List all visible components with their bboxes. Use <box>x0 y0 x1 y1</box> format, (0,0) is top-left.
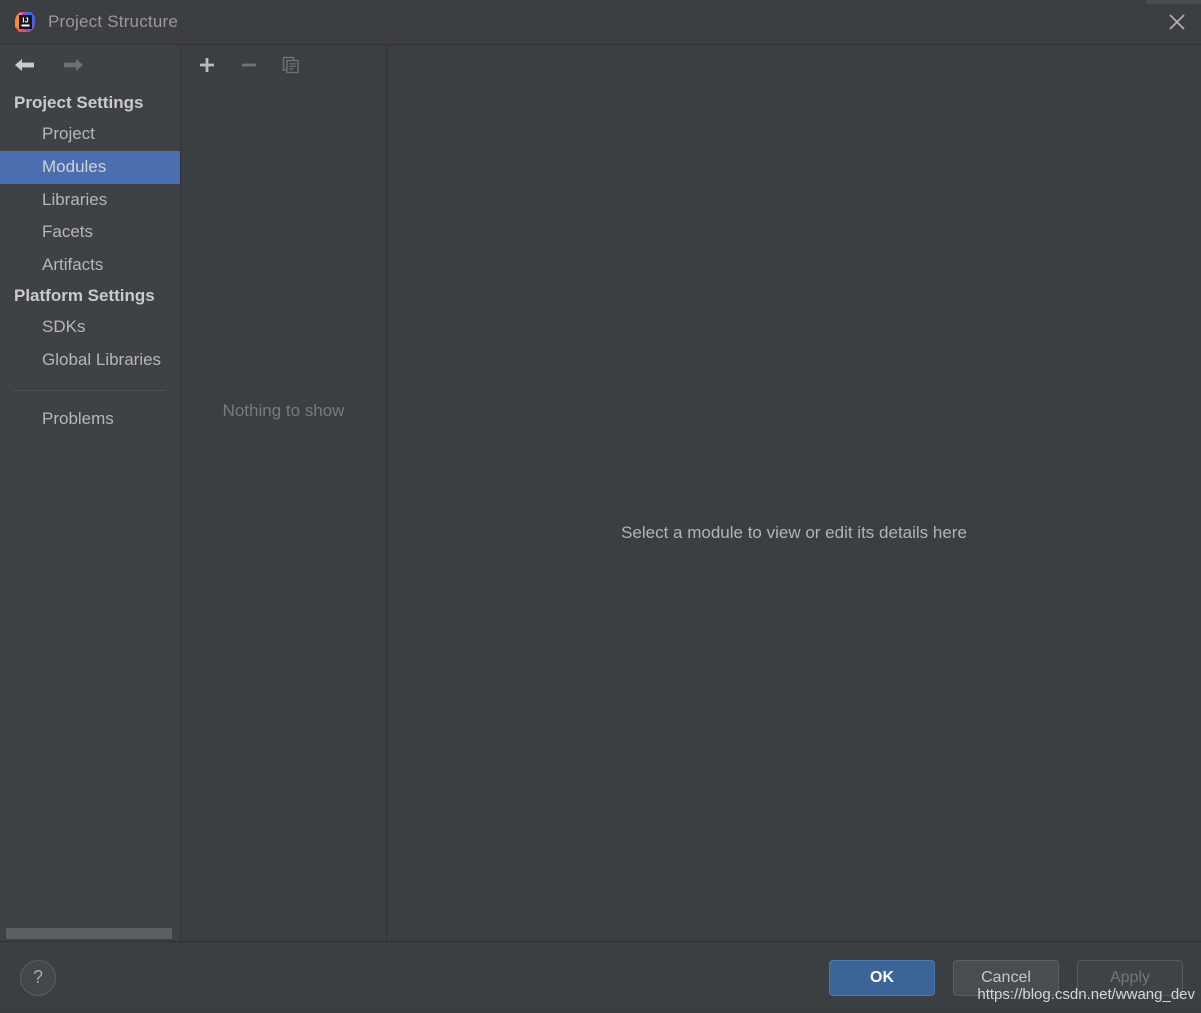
module-detail-panel: Select a module to view or edit its deta… <box>387 45 1201 941</box>
sidebar-item-global-libraries[interactable]: Global Libraries <box>0 344 180 377</box>
svg-text:IJ: IJ <box>22 16 28 25</box>
settings-sidebar: Project Settings Project Modules Librari… <box>0 45 181 941</box>
modules-list-panel: Nothing to show <box>181 45 387 941</box>
sidebar-group-project-settings: Project Settings <box>14 93 144 112</box>
sidebar-divider <box>14 390 166 392</box>
cancel-button[interactable]: Cancel <box>953 959 1059 996</box>
sidebar-item-artifacts[interactable]: Artifacts <box>0 249 180 282</box>
sidebar-item-facets[interactable]: Facets <box>0 216 180 249</box>
bottom-clipped-strip <box>0 1008 1201 1013</box>
dialog-footer: ? OK Cancel Apply https://blog.csdn.net/… <box>0 941 1201 1013</box>
apply-button[interactable]: Apply <box>1077 959 1183 996</box>
window-title: Project Structure <box>48 12 179 31</box>
dialog-body: Project Settings Project Modules Librari… <box>0 44 1201 941</box>
sidebar-item-libraries[interactable]: Libraries <box>0 184 180 217</box>
intellij-idea-logo-icon: IJ <box>14 11 36 33</box>
sidebar-item-modules[interactable]: Modules <box>0 150 180 184</box>
plus-icon[interactable] <box>195 53 219 77</box>
sidebar-item-project[interactable]: Project <box>0 118 180 151</box>
arrow-right-icon[interactable] <box>58 52 88 78</box>
sidebar-horizontal-scrollbar[interactable] <box>0 927 179 941</box>
nothing-to-show-label: Nothing to show <box>222 401 345 420</box>
detail-placeholder-message: Select a module to view or edit its deta… <box>621 523 967 542</box>
ok-button[interactable]: OK <box>829 959 935 996</box>
settings-tree: Project Settings Project Modules Librari… <box>0 85 180 941</box>
minus-icon[interactable] <box>237 53 261 77</box>
question-mark-icon[interactable]: ? <box>20 959 56 996</box>
title-bar: IJ Project Structure <box>0 0 1201 44</box>
copy-icon[interactable] <box>279 53 303 77</box>
modules-toolbar <box>181 45 386 85</box>
sidebar-scrollbar-thumb[interactable] <box>6 928 172 939</box>
sidebar-navigation <box>0 45 180 85</box>
close-icon[interactable] <box>1153 0 1201 44</box>
project-structure-dialog: IJ Project Structure Project Settings Pr… <box>0 0 1201 1013</box>
modules-empty-state: Nothing to show <box>181 85 386 941</box>
arrow-left-icon[interactable] <box>10 52 40 78</box>
sidebar-item-sdks[interactable]: SDKs <box>0 311 180 344</box>
sidebar-group-platform-settings: Platform Settings <box>14 285 155 305</box>
titlebar-edge-strip <box>1146 0 1201 4</box>
sidebar-item-problems[interactable]: Problems <box>0 403 180 436</box>
